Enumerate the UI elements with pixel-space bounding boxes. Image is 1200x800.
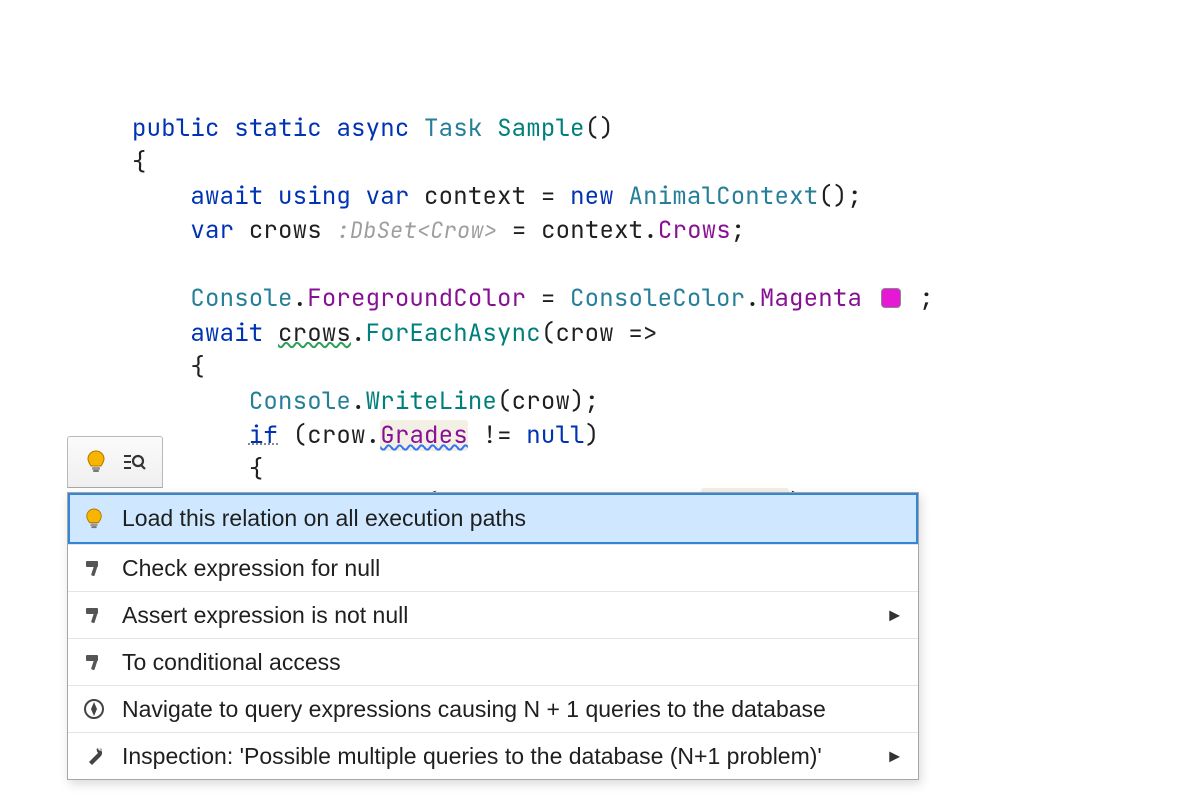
code-editor[interactable]: public static async Task Sample() { awai… — [0, 0, 1200, 521]
code-line-6: await crows.ForEachAsync(crow => — [132, 318, 658, 349]
code-line-7: { — [132, 352, 205, 383]
lightbulb-icon — [82, 450, 110, 474]
code-line-9: if (crow.Grades != null) — [132, 420, 599, 451]
color-swatch-magenta — [881, 288, 901, 308]
hammer-icon — [80, 558, 108, 578]
inspect-icon — [120, 452, 148, 472]
menu-item-navigate-nplus1[interactable]: Navigate to query expressions causing N … — [68, 685, 918, 732]
quick-fix-gutter[interactable] — [67, 436, 163, 488]
menu-item-assert-not-null[interactable]: Assert expression is not null ▶ — [68, 591, 918, 638]
hammer-icon — [80, 652, 108, 672]
code-line-1: public static async Task Sample() — [132, 113, 614, 144]
menu-item-label: To conditional access — [122, 649, 341, 676]
quick-fix-menu: Load this relation on all execution path… — [67, 492, 919, 780]
menu-item-check-null[interactable]: Check expression for null — [68, 544, 918, 591]
code-line-3: await using var context = new AnimalCont… — [132, 181, 862, 212]
hammer-icon — [80, 605, 108, 625]
menu-item-label: Assert expression is not null — [122, 602, 408, 629]
menu-item-load-relation[interactable]: Load this relation on all execution path… — [68, 493, 918, 544]
chevron-right-icon: ▶ — [889, 748, 900, 765]
code-line-8: Console.WriteLine(crow); — [132, 386, 599, 417]
code-line-5: Console.ForegroundColor = ConsoleColor.M… — [132, 283, 934, 314]
menu-item-inspection-nplus1[interactable]: Inspection: 'Possible multiple queries t… — [68, 732, 918, 779]
type-hint: :DbSet<Crow> — [336, 216, 497, 245]
menu-item-label: Check expression for null — [122, 555, 380, 582]
menu-item-label: Navigate to query expressions causing N … — [122, 696, 826, 723]
menu-item-label: Load this relation on all execution path… — [122, 505, 526, 532]
code-line-2: { — [132, 147, 147, 178]
menu-item-label: Inspection: 'Possible multiple queries t… — [122, 743, 822, 770]
code-line-4: var crows :DbSet<Crow> = context.Crows; — [132, 215, 746, 246]
wrench-icon — [80, 745, 108, 767]
lightbulb-icon — [80, 508, 108, 530]
menu-item-conditional-access[interactable]: To conditional access — [68, 638, 918, 685]
chevron-right-icon: ▶ — [889, 607, 900, 624]
navigate-icon — [80, 698, 108, 720]
